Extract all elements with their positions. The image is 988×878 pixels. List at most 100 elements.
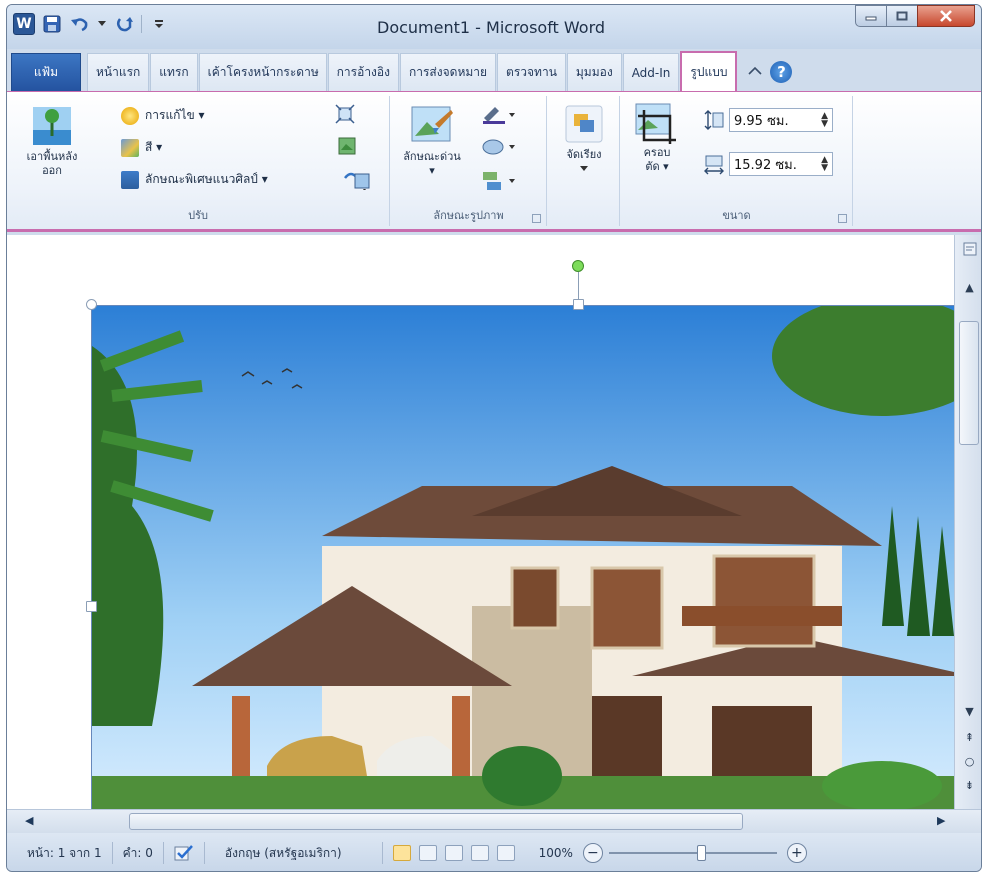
previous-page-icon[interactable]: ⇞ (955, 731, 981, 744)
tab-references[interactable]: การอ้างอิง (327, 53, 399, 91)
customize-toolbar-icon[interactable] (148, 13, 170, 35)
separator (141, 15, 142, 33)
language-indicator[interactable]: อังกฤษ (สหรัฐอเมริกา) (205, 842, 383, 864)
window-title: Document1 - Microsoft Word (377, 18, 606, 37)
resize-handle-middle-left[interactable] (86, 601, 97, 612)
document-area[interactable] (7, 235, 954, 809)
tab-insert[interactable]: แทรก (150, 53, 198, 91)
minimize-ribbon-icon[interactable] (748, 65, 763, 79)
vertical-scrollbar[interactable]: ▲ ▼ ⇞ ○ ⇟ (954, 235, 981, 809)
web-layout-icon[interactable] (444, 845, 463, 861)
remove-background-icon (33, 107, 71, 145)
title-bar: W Document1 - Microsoft Word (7, 5, 981, 49)
zoom-in-button[interactable]: + (786, 843, 807, 863)
horizontal-scroll-thumb[interactable] (129, 813, 743, 830)
maximize-button[interactable] (886, 5, 918, 27)
vertical-scroll-thumb[interactable] (959, 321, 979, 445)
corrections-icon (121, 106, 139, 125)
artistic-effects-label: ลักษณะพิเศษแนวศิลป์ ▾ (145, 172, 268, 186)
color-icon (121, 138, 139, 157)
tab-page-layout[interactable]: เค้าโครงหน้ากระดาษ (198, 53, 327, 91)
compress-pictures-button[interactable] (335, 104, 355, 124)
quick-styles-button[interactable]: ลักษณะด่วน ▾ (397, 104, 467, 178)
full-screen-reading-icon[interactable] (418, 845, 437, 861)
word-count[interactable]: คำ: 0 (113, 842, 164, 864)
arrange-dropdown-icon (580, 166, 588, 171)
picture-effects-button[interactable] (481, 136, 515, 156)
tab-mailings[interactable]: การส่งจดหมาย (399, 53, 497, 91)
crop-button[interactable]: ครอบตัด ▾ (627, 102, 687, 174)
house-photo-image (92, 306, 954, 809)
inserted-picture[interactable] (91, 305, 954, 809)
zoom-slider[interactable] (608, 845, 777, 861)
size-launcher-icon[interactable] (838, 214, 847, 223)
page-count[interactable]: หน้า: 1 จาก 1 (17, 842, 113, 864)
group-size: ครอบตัด ▾ 9.95 ซม. ▲ ▼ 15.92 ซม. ▲ ▼ ขนาด (621, 96, 853, 226)
group-picture-styles-label: ลักษณะรูปภาพ (433, 209, 504, 222)
ribbon: เอาพื้นหลังออก การแก้ไข ▾ สี ▾ ลักษณะพิเ… (7, 91, 981, 232)
tab-add-in[interactable]: Add-In (622, 53, 680, 91)
artistic-effects-icon (121, 170, 139, 189)
zoom-slider-thumb[interactable] (696, 845, 706, 861)
height-input[interactable]: 9.95 ซม. ▲ ▼ (729, 108, 833, 132)
group-picture-styles: ลักษณะด่วน ▾ ลักษณะรูปภาพ (391, 96, 547, 226)
minimize-button[interactable] (855, 5, 887, 27)
arrange-button[interactable]: จัดเรียง (558, 104, 610, 172)
corrections-button[interactable]: การแก้ไข ▾ (121, 106, 205, 125)
scroll-down-icon[interactable]: ▼ (955, 705, 981, 718)
help-icon[interactable]: ? (770, 61, 793, 83)
picture-border-button[interactable] (481, 104, 515, 124)
redo-icon[interactable] (113, 13, 135, 35)
width-spin-arrows-icon[interactable]: ▲ ▼ (821, 156, 828, 173)
compress-pictures-icon (335, 104, 355, 124)
reset-picture-icon (344, 172, 370, 190)
picture-styles-launcher-icon[interactable] (532, 214, 541, 223)
group-adjust-label: ปรับ (188, 209, 208, 222)
group-size-label: ขนาด (722, 209, 751, 222)
next-page-icon[interactable]: ⇟ (955, 779, 981, 792)
width-input[interactable]: 15.92 ซม. ▲ ▼ (729, 152, 833, 176)
print-layout-icon[interactable] (392, 845, 411, 861)
proofing-check-icon (174, 845, 193, 861)
group-adjust: เอาพื้นหลังออก การแก้ไข ▾ สี ▾ ลักษณะพิเ… (7, 96, 390, 226)
horizontal-scrollbar[interactable]: ◀ ▶ (7, 809, 981, 833)
quick-styles-label: ลักษณะด่วน ▾ (403, 150, 461, 177)
color-button[interactable]: สี ▾ (121, 138, 162, 157)
picture-border-icon (483, 107, 515, 124)
change-picture-button[interactable] (337, 136, 357, 156)
picture-layout-button[interactable] (481, 170, 515, 192)
remove-background-button[interactable]: เอาพื้นหลังออก (17, 106, 87, 178)
browse-object-icon[interactable]: ○ (955, 755, 981, 768)
tab-review[interactable]: ตรวจทาน (497, 53, 566, 91)
remove-background-label: เอาพื้นหลังออก (26, 150, 78, 177)
change-picture-icon (338, 137, 356, 155)
zoom-level[interactable]: 100% (539, 846, 573, 860)
tab-file[interactable]: แฟ้ม (11, 53, 81, 91)
ruler-toggle-icon[interactable] (955, 241, 981, 260)
close-button[interactable] (917, 5, 975, 27)
tab-format[interactable]: รูปแบบ (680, 51, 738, 91)
undo-dropdown-icon[interactable] (97, 13, 107, 35)
tab-home[interactable]: หน้าแรก (87, 53, 150, 91)
proofing-status[interactable] (164, 842, 205, 864)
zoom-out-button[interactable]: − (582, 843, 603, 863)
quick-access-toolbar: W (13, 13, 170, 35)
save-icon[interactable] (41, 13, 63, 35)
height-spin-arrows-icon[interactable]: ▲ ▼ (821, 112, 828, 129)
artistic-effects-button[interactable]: ลักษณะพิเศษแนวศิลป์ ▾ (121, 170, 268, 189)
tab-view[interactable]: มุมมอง (566, 53, 622, 91)
rotation-handle[interactable] (572, 260, 584, 272)
rotation-handle-line (578, 272, 579, 302)
undo-icon[interactable] (69, 13, 91, 35)
scroll-up-icon[interactable]: ▲ (955, 281, 981, 294)
scroll-right-icon[interactable]: ▶ (937, 814, 945, 827)
outline-view-icon[interactable] (470, 845, 489, 861)
reset-picture-button[interactable] (343, 170, 371, 190)
resize-handle-top-left[interactable] (86, 299, 97, 310)
scroll-left-icon[interactable]: ◀ (25, 814, 33, 827)
color-label: สี ▾ (145, 140, 163, 154)
word-logo-icon[interactable]: W (13, 13, 35, 35)
draft-view-icon[interactable] (496, 845, 515, 861)
resize-handle-top-center[interactable] (573, 299, 584, 310)
crop-icon (635, 103, 676, 144)
